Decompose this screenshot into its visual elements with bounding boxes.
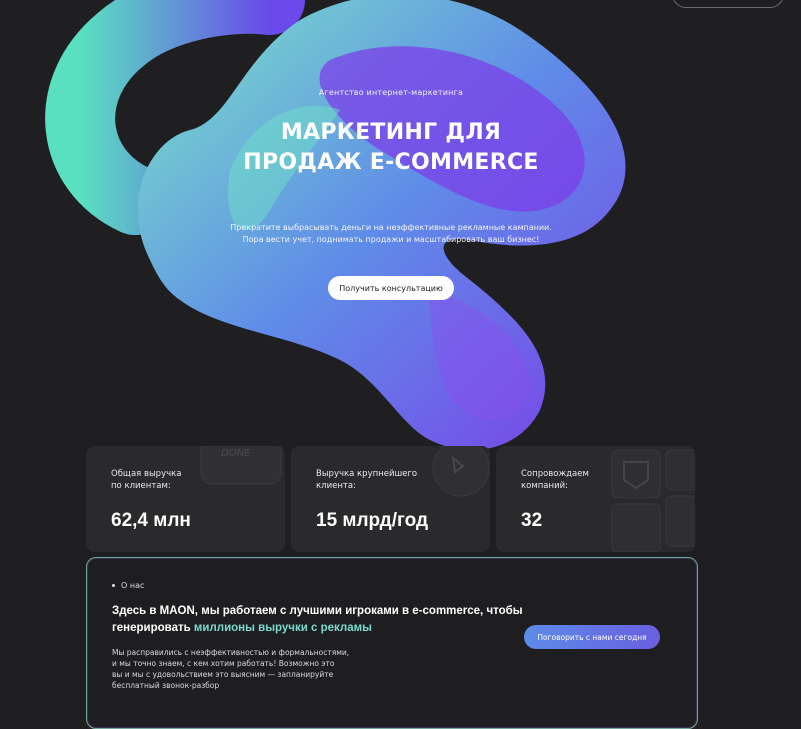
about-body-line: Мы расправились с неэффективностью и фор… [112, 648, 350, 657]
about-body: Мы расправились с неэффективностью и фор… [112, 647, 402, 691]
header-outline-button[interactable] [672, 0, 784, 8]
bullet-dot-icon [112, 584, 115, 587]
hero-title-line: МАРКЕТИНГ ДЛЯ [280, 120, 502, 145]
stat-card-largest-client: Выручка крупнейшего клиента: 15 млрд/год [291, 446, 490, 552]
stat-label: Выручка крупнейшего клиента: [316, 468, 436, 492]
hero-kicker: Агентство интернет-маркетинга [318, 88, 464, 97]
stat-card-total-revenue: DONE Общая выручка по клиентам: 62,4 млн [86, 446, 285, 552]
about-heading: Здесь в MAON, мы работаем с лучшими игро… [112, 603, 542, 637]
stat-value: 15 млрд/год [316, 510, 429, 531]
stat-card-companies: Сопровождаем компаний: 32 [496, 446, 695, 552]
stat-label-line: Выручка крупнейшего [316, 469, 418, 479]
about-section: О нас Здесь в MAON, мы работаем с лучшим… [86, 557, 698, 729]
about-body-line: вы и мы с удовольствием это выясним — за… [112, 670, 334, 679]
about-kicker-label: О нас [121, 581, 145, 590]
stat-label-line: по клиентам: [111, 481, 171, 491]
about-heading-highlight: миллионы выручки с рекламы [193, 622, 372, 634]
hero-title: МАРКЕТИНГ ДЛЯ ПРОДАЖ E-COMMERCE [0, 118, 782, 178]
about-body-line: бесплатный звонок-разбор [112, 681, 220, 690]
stat-label: Общая выручка по клиентам: [111, 468, 231, 492]
about-kicker: О нас [112, 581, 144, 590]
stat-label-line: Общая выручка [111, 469, 182, 479]
talk-to-us-button[interactable]: Поговорить с нами сегодня [524, 625, 660, 649]
hero-title-line: ПРОДАЖ E-COMMERCE [243, 150, 539, 175]
hero-subtitle-line: Пора вести учет, поднимать продажи и мас… [242, 235, 540, 244]
stat-label-line: Сопровождаем [521, 469, 589, 479]
about-body-line: и мы точно знаем, с кем хотим работать! … [112, 659, 335, 668]
stat-label-line: клиента: [316, 481, 356, 491]
stat-value: 62,4 млн [111, 510, 191, 531]
stat-label: Сопровождаем компаний: [521, 468, 641, 492]
hero-subtitle-line: Прекратите выбрасывать деньги на неэффек… [230, 223, 552, 232]
stat-label-line: компаний: [521, 481, 568, 491]
client-logos-grid-icon [611, 449, 695, 552]
stat-value: 32 [521, 510, 543, 531]
get-consultation-button[interactable]: Получить консультацию [328, 276, 454, 300]
hero-subtitle: Прекратите выбрасывать деньги на неэффек… [0, 222, 782, 246]
ghost-sticker-text: DONE [221, 448, 251, 459]
